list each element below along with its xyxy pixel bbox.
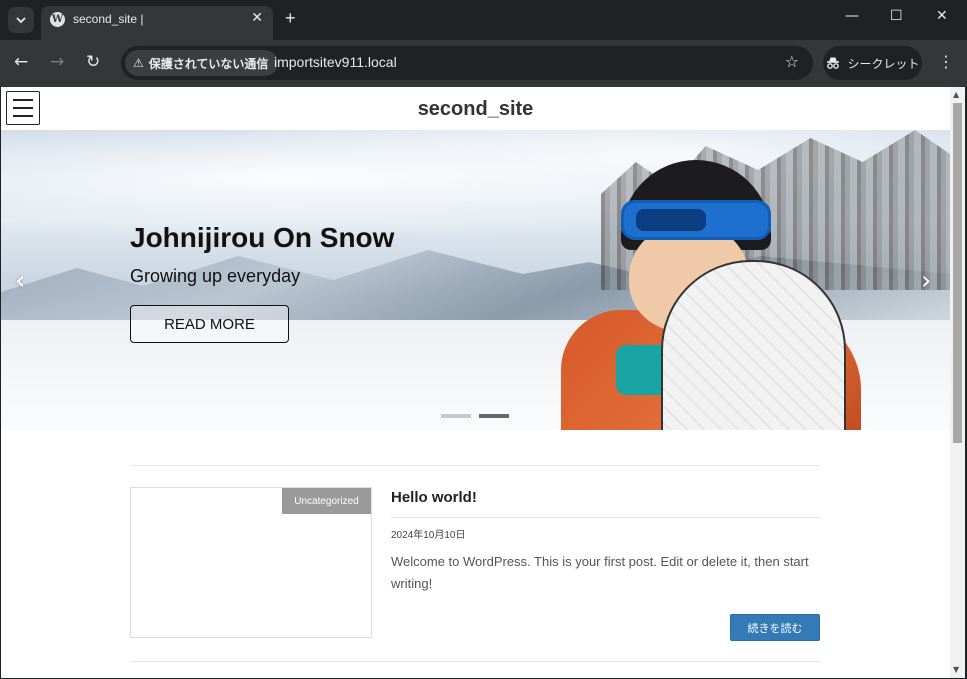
scroll-down-icon[interactable]: ▼ xyxy=(953,665,959,674)
post-thumbnail[interactable]: Uncategorized xyxy=(130,487,372,638)
hero-photo-child xyxy=(561,160,891,430)
category-badge[interactable]: Uncategorized xyxy=(282,488,371,514)
site-header: second_site xyxy=(1,87,950,130)
minimize-icon[interactable]: — xyxy=(845,8,859,24)
divider xyxy=(130,465,820,466)
slider-prev-icon[interactable]: ‹ xyxy=(15,266,25,296)
hero-title: Johnijirou On Snow xyxy=(130,222,395,253)
security-label: 保護されていない通信 xyxy=(148,56,269,71)
kebab-menu-icon[interactable]: ⋮ xyxy=(938,52,954,71)
url-text[interactable]: importsitev911.local xyxy=(274,54,397,70)
browser-tab[interactable]: W second_site | ✕ xyxy=(41,6,273,40)
warning-icon: ⚠ xyxy=(133,56,144,70)
read-more-button[interactable]: READ MORE xyxy=(130,305,289,343)
continue-reading-button[interactable]: 続きを読む xyxy=(730,614,820,641)
incognito-icon xyxy=(827,57,840,69)
bookmark-star-icon[interactable]: ☆ xyxy=(785,52,799,71)
slider-next-icon[interactable]: › xyxy=(921,266,931,296)
page-scrollbar[interactable]: ▲ ▼ xyxy=(950,87,965,678)
new-tab-button[interactable]: + xyxy=(285,8,296,29)
hero-caption: Johnijirou On Snow Growing up everyday xyxy=(130,222,394,287)
post-title[interactable]: Hello world! xyxy=(391,489,477,506)
site-title[interactable]: second_site xyxy=(1,98,950,121)
security-chip[interactable]: ⚠ 保護されていない通信 xyxy=(125,50,279,76)
slider-indicator-1[interactable] xyxy=(441,414,471,418)
wordpress-icon: W xyxy=(50,12,65,27)
window-close-icon[interactable]: ✕ xyxy=(936,8,948,24)
tab-title: second_site | xyxy=(73,12,144,26)
incognito-label: シークレット xyxy=(847,56,920,71)
post-excerpt: Welcome to WordPress. This is your first… xyxy=(391,554,809,591)
post-title-divider xyxy=(391,517,820,518)
slider-indicator-2[interactable] xyxy=(479,414,509,418)
maximize-icon[interactable]: ☐ xyxy=(890,8,903,24)
hero-slider: Johnijirou On Snow Growing up everyday R… xyxy=(1,130,950,430)
hero-subtitle: Growing up everyday xyxy=(130,266,301,286)
forward-arrow-icon[interactable]: → xyxy=(50,52,64,72)
incognito-button[interactable]: シークレット xyxy=(823,46,922,80)
tab-close-icon[interactable]: ✕ xyxy=(251,10,263,26)
browser-toolbar: ← → ↻ ⚠ 保護されていない通信 importsitev911.local … xyxy=(0,40,967,87)
page-viewport: second_site Johnijirou On Snow Growing u… xyxy=(1,87,950,678)
reload-icon[interactable]: ↻ xyxy=(86,52,100,72)
back-arrow-icon[interactable]: ← xyxy=(14,52,28,72)
scrollbar-thumb[interactable] xyxy=(953,103,962,443)
tab-search-button[interactable] xyxy=(8,7,34,33)
scroll-up-icon[interactable]: ▲ xyxy=(953,90,959,99)
post-date: 2024年10月10日 xyxy=(391,530,466,541)
tab-strip: W second_site | ✕ + — ☐ ✕ xyxy=(0,0,967,40)
divider xyxy=(130,661,820,662)
address-bar[interactable]: ⚠ 保護されていない通信 importsitev911.local ☆ xyxy=(121,46,813,80)
chevron-down-icon xyxy=(16,17,26,24)
